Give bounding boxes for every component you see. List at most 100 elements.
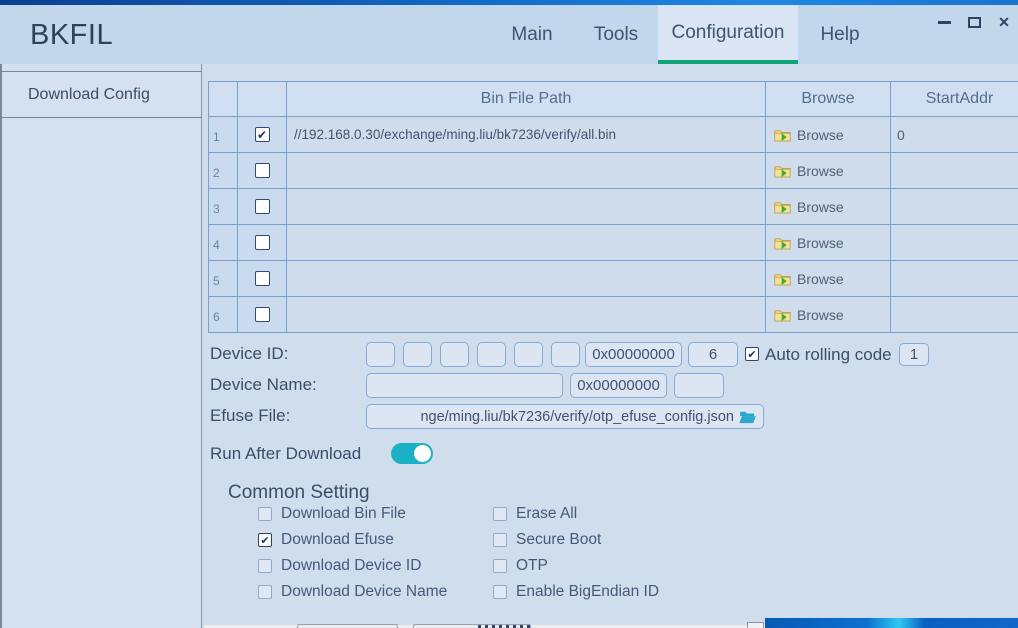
- device-id-byte-5[interactable]: [551, 342, 580, 367]
- run-after-download-label: Run After Download: [210, 444, 361, 464]
- minimize-button[interactable]: [934, 13, 954, 31]
- device-name-hex-field[interactable]: 0x00000000: [570, 373, 667, 398]
- row-checkbox[interactable]: [255, 235, 270, 250]
- device-name-label: Device Name:: [210, 375, 317, 395]
- setting-label: Erase All: [516, 505, 577, 523]
- row-number: 3: [209, 189, 238, 225]
- device-id-byte-1[interactable]: [403, 342, 432, 367]
- efuse-file-field[interactable]: nge/ming.liu/bk7236/verify/otp_efuse_con…: [366, 404, 764, 429]
- folder-icon: [774, 200, 791, 214]
- header-bin-file-path: Bin File Path: [287, 82, 766, 117]
- tab-help[interactable]: Help: [790, 5, 890, 64]
- device-id-label: Device ID:: [210, 344, 288, 364]
- bin-file-path-field[interactable]: //192.168.0.30/exchange/ming.liu/bk7236/…: [287, 117, 766, 153]
- device-id-hex-field[interactable]: 0x00000000: [585, 342, 682, 367]
- device-id-byte-4[interactable]: [514, 342, 543, 367]
- row-checkbox[interactable]: [255, 199, 270, 214]
- common-right-col: Erase All Secure Boot OTP Enable BigEndi…: [493, 507, 659, 599]
- device-id-byte-3[interactable]: [477, 342, 506, 367]
- browse-button[interactable]: Browse: [766, 225, 891, 261]
- auto-rolling-code-checkbox[interactable]: [745, 347, 759, 361]
- bottom-progress-bar: [765, 618, 1018, 628]
- browse-button-label: Browse: [797, 199, 844, 215]
- setting-checkbox-item[interactable]: Secure Boot: [493, 533, 659, 547]
- device-id-byte-0[interactable]: [366, 342, 395, 367]
- table-header-row: Bin File Path Browse StartAddr: [209, 82, 1018, 117]
- setting-label: Download Device ID: [281, 557, 421, 575]
- maximize-button[interactable]: [964, 13, 984, 31]
- sidebar-item-label: Download Config: [28, 86, 150, 104]
- folder-icon: [774, 308, 791, 322]
- table-row: 2 Browse: [209, 153, 1018, 189]
- start-addr-field[interactable]: 0: [891, 117, 1018, 153]
- bin-file-path-field[interactable]: [287, 225, 766, 261]
- auto-rolling-code-label: Auto rolling code: [765, 345, 892, 365]
- bin-file-path-field[interactable]: [287, 297, 766, 333]
- device-id-byte-2[interactable]: [440, 342, 469, 367]
- browse-button[interactable]: Browse: [766, 189, 891, 225]
- table-row: 3 Browse: [209, 189, 1018, 225]
- device-id-count-field[interactable]: 6: [688, 342, 738, 367]
- run-after-download-toggle[interactable]: [391, 443, 433, 464]
- browse-button-label: Browse: [797, 307, 844, 323]
- browse-button[interactable]: Browse: [766, 153, 891, 189]
- start-addr-field[interactable]: [891, 297, 1018, 333]
- setting-checkbox-item[interactable]: Enable BigEndian ID: [493, 585, 659, 599]
- setting-checkbox[interactable]: [258, 559, 272, 573]
- tab-configuration[interactable]: Configuration: [658, 5, 798, 64]
- browse-button[interactable]: Browse: [766, 297, 891, 333]
- row-check-cell: [238, 225, 287, 261]
- setting-checkbox-item[interactable]: Download Device ID: [258, 559, 447, 573]
- bin-file-path-field[interactable]: [287, 189, 766, 225]
- setting-checkbox[interactable]: [493, 507, 507, 521]
- setting-checkbox[interactable]: [493, 585, 507, 599]
- setting-checkbox-item[interactable]: Download Device Name: [258, 585, 447, 599]
- setting-checkbox[interactable]: [258, 585, 272, 599]
- row-checkbox[interactable]: [255, 127, 270, 142]
- close-button[interactable]: ✕: [994, 13, 1014, 31]
- folder-icon: [774, 272, 791, 286]
- efuse-file-value: nge/ming.liu/bk7236/verify/otp_efuse_con…: [420, 409, 734, 425]
- table-row: 4 Browse: [209, 225, 1018, 261]
- start-addr-field[interactable]: [891, 261, 1018, 297]
- bin-file-path-field[interactable]: [287, 153, 766, 189]
- bottom-cutoff-button-1[interactable]: [297, 624, 398, 628]
- row-checkbox[interactable]: [255, 271, 270, 286]
- table-row: 5 Browse: [209, 261, 1018, 297]
- setting-checkbox[interactable]: [258, 533, 272, 547]
- start-addr-field[interactable]: [891, 153, 1018, 189]
- row-checkbox[interactable]: [255, 163, 270, 178]
- header-index: [209, 82, 238, 117]
- sidebar-item-download-config[interactable]: Download Config: [2, 71, 202, 118]
- setting-label: Secure Boot: [516, 531, 601, 549]
- tab-main-label: Main: [511, 24, 552, 46]
- row-check-cell: [238, 261, 287, 297]
- browse-button[interactable]: Browse: [766, 261, 891, 297]
- browse-button[interactable]: Browse: [766, 117, 891, 153]
- tab-tools-label: Tools: [594, 24, 638, 46]
- start-addr-field[interactable]: [891, 225, 1018, 261]
- bin-file-table: Bin File Path Browse StartAddr 1 //192.1…: [208, 81, 1018, 333]
- setting-checkbox-item[interactable]: OTP: [493, 559, 659, 573]
- row-check-cell: [238, 189, 287, 225]
- row-check-cell: [238, 117, 287, 153]
- start-addr-field[interactable]: [891, 189, 1018, 225]
- setting-checkbox[interactable]: [493, 533, 507, 547]
- tab-tools[interactable]: Tools: [566, 5, 666, 64]
- header-start-addr: StartAddr: [891, 82, 1018, 117]
- setting-checkbox-item[interactable]: Download Efuse: [258, 533, 447, 547]
- open-folder-icon[interactable]: [739, 410, 757, 424]
- setting-checkbox-item[interactable]: Download Bin File: [258, 507, 447, 521]
- auto-rolling-code-value[interactable]: 1: [899, 343, 929, 366]
- row-checkbox[interactable]: [255, 307, 270, 322]
- setting-checkbox[interactable]: [258, 507, 272, 521]
- device-name-field[interactable]: [366, 373, 563, 398]
- title-bar: BKFIL Main Tools Configuration Help ✕: [0, 5, 1018, 64]
- header-check: [238, 82, 287, 117]
- device-name-extra-field[interactable]: [674, 373, 724, 398]
- row-number: 4: [209, 225, 238, 261]
- setting-checkbox[interactable]: [493, 559, 507, 573]
- toggle-knob: [414, 445, 431, 462]
- bin-file-path-field[interactable]: [287, 261, 766, 297]
- setting-checkbox-item[interactable]: Erase All: [493, 507, 659, 521]
